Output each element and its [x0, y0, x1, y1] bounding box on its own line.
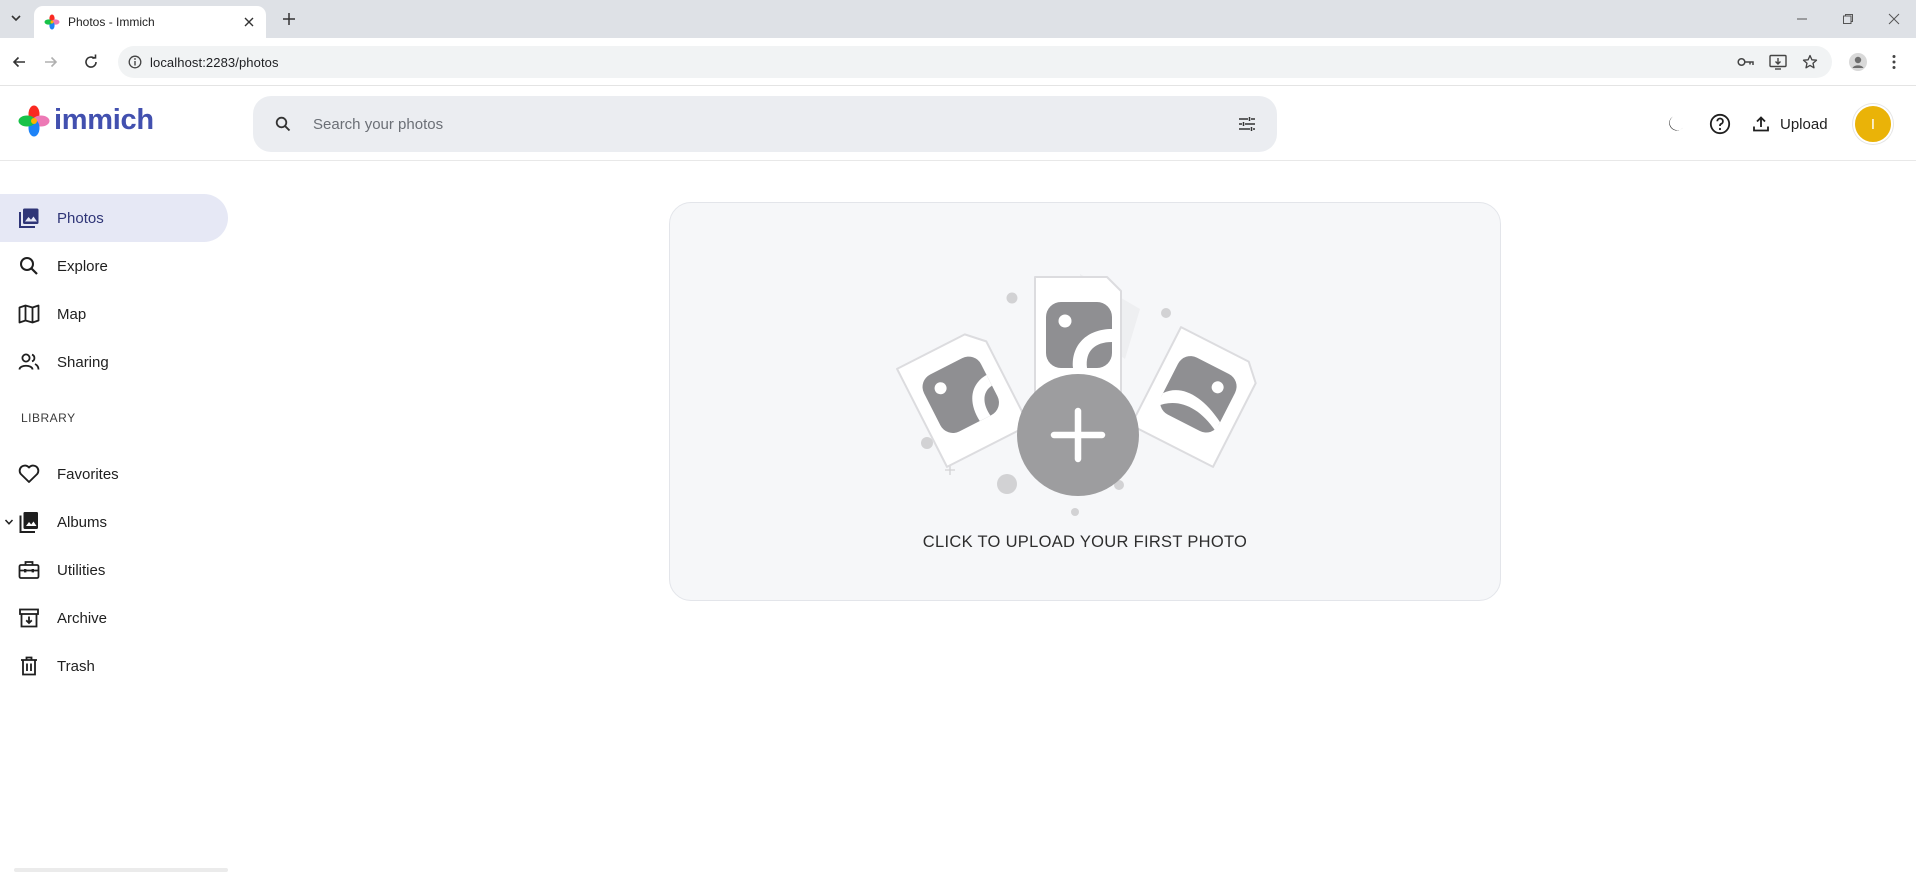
bookmark-star-icon[interactable]: [1798, 50, 1822, 74]
expand-chevron-icon[interactable]: [3, 516, 15, 528]
upload-button[interactable]: Upload: [1752, 110, 1828, 138]
immich-favicon-icon: [44, 14, 60, 30]
sidebar-item-label: Explore: [57, 257, 108, 275]
sidebar-item-utilities[interactable]: Utilities: [0, 546, 228, 594]
chevron-down-icon: [11, 15, 21, 22]
minimize-window-button[interactable]: [1780, 0, 1824, 38]
browser-tabstrip: Photos - Immich: [0, 0, 1916, 38]
sidebar: Photos Explore Map Sharing LIBRARY Favor…: [0, 162, 230, 873]
tab-search-button[interactable]: [4, 6, 28, 30]
site-info-icon[interactable]: [120, 46, 150, 78]
search-input[interactable]: [313, 104, 1193, 144]
install-app-icon[interactable]: [1766, 50, 1790, 74]
forward-button[interactable]: [38, 49, 64, 75]
sidebar-item-favorites[interactable]: Favorites: [0, 450, 228, 498]
arrow-left-icon: [12, 56, 25, 68]
map-icon: [17, 302, 41, 326]
tab-title: Photos - Immich: [68, 15, 155, 29]
sidebar-item-label: Utilities: [57, 561, 106, 579]
sidebar-item-label: Map: [57, 305, 87, 323]
sidebar-item-trash[interactable]: Trash: [0, 642, 228, 690]
search-icon: [17, 254, 41, 278]
albums-icon: [17, 510, 41, 534]
sidebar-item-label: Trash: [57, 657, 95, 675]
empty-state-message: CLICK TO UPLOAD YOUR FIRST PHOTO: [922, 533, 1248, 551]
logo-text: immich: [54, 104, 154, 136]
password-key-icon[interactable]: [1734, 50, 1758, 74]
sidebar-item-label: Archive: [57, 609, 108, 627]
sidebar-item-label: Sharing: [57, 353, 109, 371]
empty-photos-illustration: [896, 274, 1257, 516]
archive-icon: [17, 606, 41, 630]
people-icon: [17, 350, 41, 374]
help-icon[interactable]: [1706, 110, 1734, 138]
arrow-right-icon: [45, 56, 58, 68]
empty-state-upload-card[interactable]: CLICK TO UPLOAD YOUR FIRST PHOTO: [669, 202, 1501, 601]
sidebar-item-sharing[interactable]: Sharing: [0, 338, 228, 386]
new-tab-button[interactable]: [278, 8, 300, 30]
back-button[interactable]: [6, 49, 32, 75]
sidebar-item-label: Photos: [57, 209, 104, 227]
address-url: localhost:2283/photos: [150, 54, 279, 70]
search-icon[interactable]: [273, 114, 293, 134]
restore-icon: [1843, 14, 1853, 24]
profile-icon[interactable]: [1846, 50, 1870, 74]
sidebar-item-photos[interactable]: Photos: [0, 194, 228, 242]
sidebar-item-archive[interactable]: Archive: [0, 594, 228, 642]
search-bar[interactable]: [253, 96, 1277, 152]
close-tab-icon[interactable]: [240, 13, 258, 31]
search-filter-icon[interactable]: [1235, 112, 1259, 136]
reload-button[interactable]: [78, 49, 104, 75]
restore-window-button[interactable]: [1826, 0, 1870, 38]
sidebar-scrollbar[interactable]: [14, 868, 228, 872]
address-bar[interactable]: localhost:2283/photos: [118, 46, 1832, 78]
library-section-heading: LIBRARY: [21, 411, 76, 425]
close-icon: [1888, 13, 1900, 25]
reload-icon: [85, 54, 97, 68]
trash-icon: [17, 654, 41, 678]
sidebar-item-albums[interactable]: Albums: [0, 498, 228, 546]
browser-menu-icon[interactable]: [1882, 50, 1906, 74]
immich-logo[interactable]: immich: [18, 104, 154, 137]
photos-icon: [17, 206, 41, 230]
minimize-icon: [1797, 18, 1807, 20]
immich-logo-icon: [18, 105, 50, 136]
user-avatar[interactable]: I: [1853, 104, 1893, 144]
dark-mode-toggle-icon[interactable]: [1662, 110, 1690, 138]
browser-toolbar: localhost:2283/photos: [0, 38, 1916, 86]
sidebar-item-label: Favorites: [57, 465, 119, 483]
upload-label: Upload: [1780, 115, 1828, 133]
plus-icon: [283, 13, 295, 25]
browser-tab[interactable]: Photos - Immich: [34, 6, 266, 38]
heart-icon: [17, 462, 41, 486]
sidebar-item-explore[interactable]: Explore: [0, 242, 228, 290]
sidebar-item-map[interactable]: Map: [0, 290, 228, 338]
app-header: immich Upload I: [0, 86, 1916, 161]
toolbox-icon: [17, 558, 41, 582]
sidebar-item-label: Albums: [57, 513, 108, 531]
close-window-button[interactable]: [1872, 0, 1916, 38]
upload-icon: [1753, 116, 1769, 132]
